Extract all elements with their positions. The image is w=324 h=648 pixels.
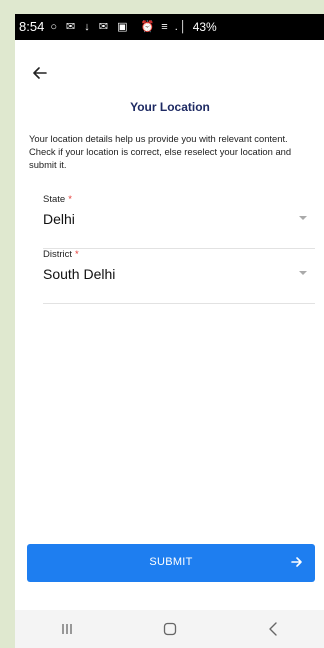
district-value: South Delhi: [43, 266, 116, 282]
back-button[interactable]: [29, 62, 51, 84]
back-icon: [269, 622, 278, 636]
submit-button[interactable]: SUBMIT: [27, 544, 315, 582]
system-nav-bar: [15, 610, 324, 648]
district-dropdown[interactable]: District * South Delhi: [43, 249, 315, 304]
notification-icons: ○ ✉ ↓ ✉ ▣: [50, 21, 131, 33]
recent-apps-icon: [62, 624, 72, 634]
phone-screen: 8:54 ○ ✉ ↓ ✉ ▣ ⏰ ≡ .│ 43% Your Location …: [15, 14, 324, 648]
required-marker: *: [75, 249, 79, 260]
state-label: State *: [43, 194, 72, 205]
location-description: Your location details help us provide yo…: [29, 133, 292, 170]
submit-label: SUBMIT: [149, 556, 193, 568]
home-icon: [163, 622, 177, 636]
required-marker: *: [68, 194, 72, 205]
nav-back-button[interactable]: [253, 614, 293, 644]
arrow-right-icon: [291, 557, 302, 567]
district-label: District *: [43, 249, 79, 260]
home-button[interactable]: [150, 614, 190, 644]
back-arrow-icon: [33, 67, 47, 79]
chevron-down-icon: [299, 271, 307, 275]
status-time: 8:54: [19, 19, 45, 34]
status-bar: 8:54 ○ ✉ ↓ ✉ ▣ ⏰ ≡ .│ 43%: [15, 14, 324, 40]
system-icons: ⏰ ≡ .│: [140, 21, 189, 33]
chevron-down-icon: [299, 216, 307, 220]
state-dropdown[interactable]: State * Delhi: [43, 194, 315, 249]
page-title: Your Location: [130, 100, 210, 114]
recent-apps-button[interactable]: [47, 614, 87, 644]
state-value: Delhi: [43, 211, 75, 227]
battery-percent: 43%: [192, 20, 217, 34]
